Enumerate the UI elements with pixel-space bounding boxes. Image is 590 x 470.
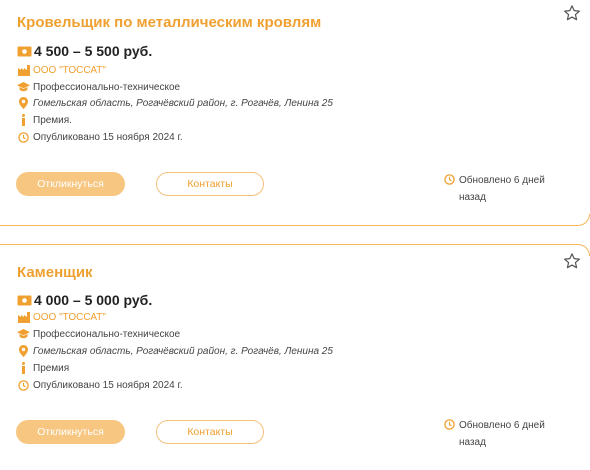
education-row: Профессионально-техническое (17, 81, 180, 93)
card-border (0, 214, 590, 226)
vacancy-title[interactable]: Кровельщик по металлическим кровлям (17, 14, 321, 31)
money-icon (17, 295, 32, 305)
extra-info: Премия. (33, 114, 72, 126)
company-row: ООО "ТОССАТ" (17, 311, 106, 323)
contacts-button[interactable]: Контакты (156, 172, 264, 196)
clock-icon (18, 379, 29, 391)
published-row: Опубликовано 15 ноября 2024 г. (17, 131, 183, 143)
clock-icon (18, 131, 29, 143)
graduation-cap-icon (17, 82, 30, 92)
vacancy-title[interactable]: Каменщик (17, 264, 93, 281)
address: Гомельская область, Рогачёвский район, г… (33, 97, 333, 109)
address-row: Гомельская область, Рогачёвский район, г… (17, 97, 333, 109)
graduation-cap-icon (17, 329, 30, 339)
company-name[interactable]: ООО "ТОССАТ" (33, 65, 106, 76)
info-icon (22, 114, 25, 126)
updated-info: Обновлено 6 дней назад (444, 172, 564, 206)
card-border (0, 244, 590, 256)
salary-row: 4 000 – 5 000 руб. (17, 292, 152, 308)
apply-button[interactable]: Откликнуться (16, 172, 125, 196)
contacts-button[interactable]: Контакты (156, 420, 264, 444)
updated-text: Обновлено 6 дней назад (459, 420, 545, 448)
apply-button[interactable]: Откликнуться (16, 420, 125, 444)
company-row: ООО "ТОССАТ" (17, 64, 106, 76)
extra-info: Премия (33, 362, 70, 374)
salary: 4 500 – 5 500 руб. (34, 43, 153, 59)
star-icon[interactable] (563, 252, 581, 270)
education: Профессионально-техническое (33, 328, 181, 340)
updated-info: Обновлено 6 дней назад (444, 417, 564, 451)
published-row: Опубликовано 15 ноября 2024 г. (17, 379, 183, 391)
clock-icon (444, 174, 455, 185)
updated-text: Обновлено 6 дней назад (459, 175, 545, 203)
factory-icon (17, 311, 30, 323)
location-pin-icon (19, 345, 28, 357)
address: Гомельская область, Рогачёвский район, г… (33, 345, 333, 357)
money-icon (17, 46, 32, 56)
salary-row: 4 500 – 5 500 руб. (17, 43, 152, 59)
extra-row: Премия (17, 362, 69, 374)
company-name[interactable]: ООО "ТОССАТ" (33, 312, 106, 323)
address-row: Гомельская область, Рогачёвский район, г… (17, 345, 333, 357)
salary: 4 000 – 5 000 руб. (34, 292, 153, 308)
education: Профессионально-техническое (33, 81, 181, 93)
info-icon (22, 362, 25, 374)
factory-icon (17, 64, 30, 76)
published-date: Опубликовано 15 ноября 2024 г. (33, 131, 183, 143)
published-date: Опубликовано 15 ноября 2024 г. (33, 379, 183, 391)
star-icon[interactable] (563, 4, 581, 22)
vacancy-card: Каменщик 4 000 – 5 000 руб. ООО "ТОССАТ"… (0, 244, 590, 470)
location-pin-icon (19, 97, 28, 109)
extra-row: Премия. (17, 114, 72, 126)
education-row: Профессионально-техническое (17, 328, 180, 340)
vacancy-card: Кровельщик по металлическим кровлям 4 50… (0, 0, 590, 226)
clock-icon (444, 419, 455, 430)
